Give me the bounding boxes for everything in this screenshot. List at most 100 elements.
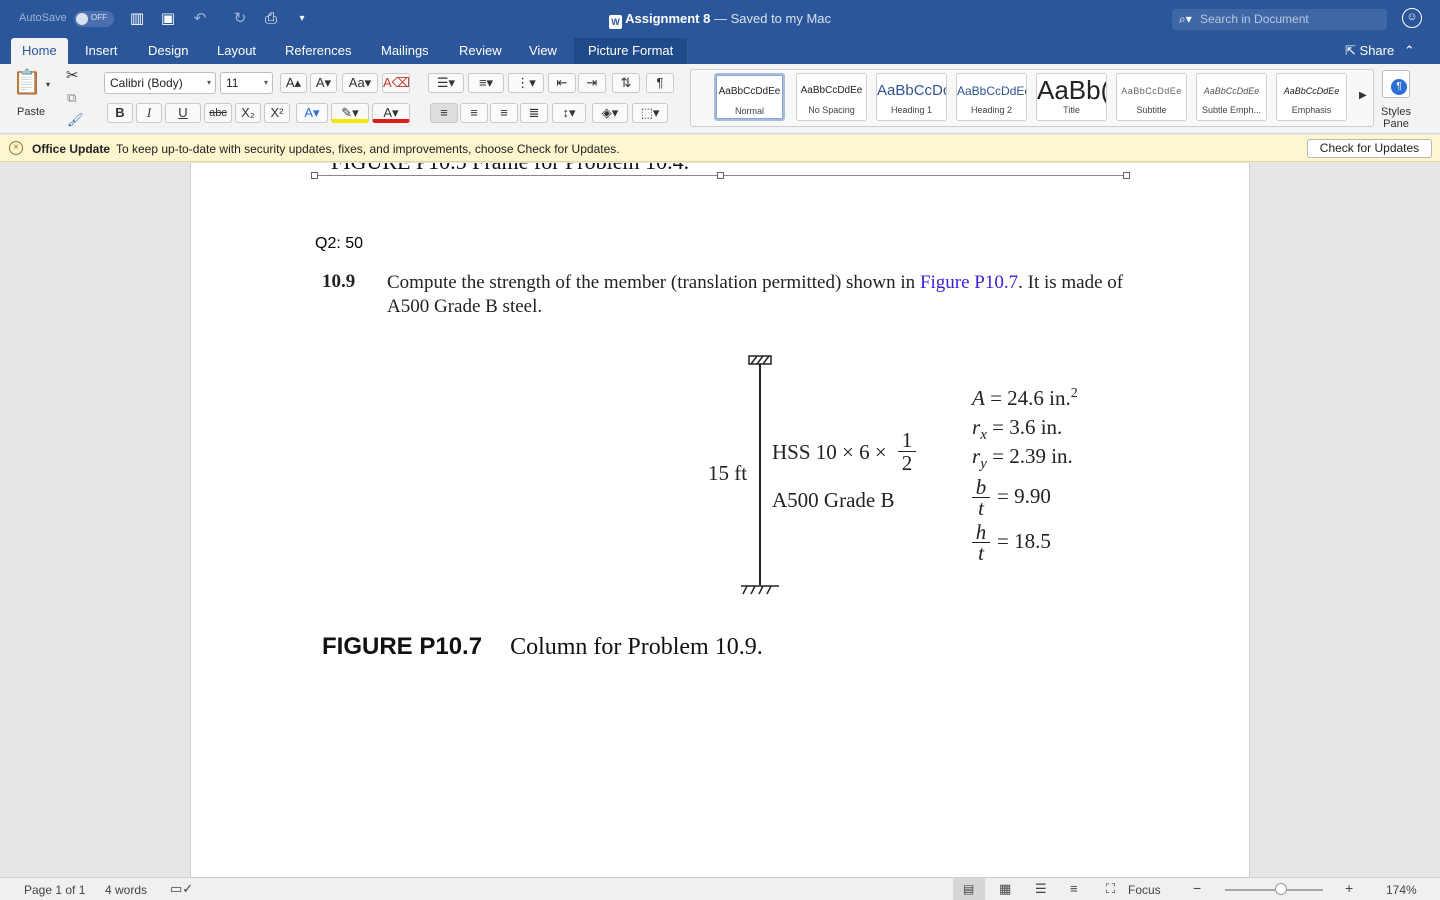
- focus-icon[interactable]: ⛶: [1106, 881, 1115, 897]
- tab-layout[interactable]: Layout: [206, 38, 267, 64]
- cut-icon[interactable]: ✂: [66, 66, 79, 84]
- show-formatting-icon[interactable]: ¶: [646, 73, 674, 93]
- document-canvas[interactable]: FIGURE P10.5 Frame for Problem 10.4. Q2:…: [0, 163, 1440, 877]
- bullets-icon[interactable]: ☰▾: [428, 73, 464, 93]
- tab-references[interactable]: References: [274, 38, 362, 64]
- paste-icon[interactable]: 📋: [12, 68, 42, 100]
- align-center-icon[interactable]: ≡: [460, 103, 488, 123]
- style-heading-2[interactable]: AaBbCcDdEe Heading 2: [956, 73, 1027, 121]
- styles-pane-icon[interactable]: ¶: [1382, 70, 1410, 98]
- check-for-updates-button[interactable]: Check for Updates: [1307, 139, 1432, 158]
- chevron-down-icon: ▾: [263, 78, 268, 87]
- shrink-font-icon[interactable]: A▾: [310, 73, 337, 93]
- font-name-select[interactable]: Calibri (Body) ▾: [104, 72, 216, 94]
- clear-formatting-icon[interactable]: A⌫: [382, 73, 410, 93]
- web-layout-view-icon[interactable]: ▦: [999, 881, 1011, 897]
- superscript-button[interactable]: X²: [264, 103, 290, 123]
- styles-pane-button[interactable]: Styles Pane: [1380, 106, 1412, 130]
- document-name: Assignment 8: [625, 11, 711, 26]
- tab-view[interactable]: View: [518, 38, 568, 64]
- word-count[interactable]: 4 words: [105, 883, 147, 897]
- column-figure: 15 ft HSS 10 × 6 × 1 2 A500 Grade B A = …: [191, 343, 1251, 603]
- figure-caption: FIGURE P10.7 Column for Problem 10.9.: [322, 633, 763, 661]
- line-spacing-icon[interactable]: ↕▾: [552, 103, 586, 123]
- feedback-smiley-icon[interactable]: ☺: [1402, 8, 1422, 28]
- text-effects-icon[interactable]: A▾: [296, 103, 328, 123]
- section-fraction: 1 2: [898, 429, 916, 474]
- style-name: Heading 1: [890, 105, 933, 115]
- h-over-t-fraction: h t: [972, 522, 990, 564]
- question-label: Q2: 50: [315, 235, 364, 252]
- collapse-ribbon-icon[interactable]: ⌃: [1404, 43, 1415, 58]
- draft-view-icon[interactable]: ≡: [1070, 881, 1078, 896]
- focus-button[interactable]: Focus: [1128, 883, 1161, 897]
- paste-label[interactable]: Paste: [17, 106, 45, 118]
- share-button[interactable]: ⇱ Share ⌃: [1345, 43, 1415, 59]
- bottom-fixed-support: [741, 585, 779, 595]
- area-property: A = 24.6 in.2: [972, 386, 1078, 411]
- increase-indent-icon[interactable]: ⇥: [578, 73, 606, 93]
- change-case-icon[interactable]: Aa▾: [342, 73, 378, 93]
- subscript-button[interactable]: X₂: [235, 103, 261, 123]
- sort-icon[interactable]: ⇅: [612, 73, 640, 93]
- zoom-in-button[interactable]: +: [1345, 880, 1353, 896]
- style-heading-1[interactable]: AaBbCcDc Heading 1: [876, 73, 947, 121]
- style-sample: AaBb(: [1037, 75, 1106, 104]
- shading-icon[interactable]: ◈▾: [592, 103, 628, 123]
- bold-button[interactable]: B: [107, 103, 133, 123]
- print-layout-view-icon[interactable]: ▤: [953, 878, 985, 900]
- problem-text: Compute the strength of the member (tran…: [387, 271, 1127, 319]
- tab-insert[interactable]: Insert: [74, 38, 129, 64]
- borders-icon[interactable]: ⬚▾: [632, 103, 668, 123]
- proofing-icon[interactable]: ▭✓: [170, 881, 193, 897]
- resize-handle[interactable]: [717, 172, 724, 179]
- word-doc-icon: W: [608, 15, 622, 29]
- highlight-icon[interactable]: ✎▾: [331, 103, 369, 123]
- resize-handle[interactable]: [311, 172, 318, 179]
- strikethrough-button[interactable]: abc: [204, 103, 232, 123]
- numbering-icon[interactable]: ≡▾: [468, 73, 504, 93]
- style-subtle-emphasis[interactable]: AaBbCcDdEe Subtle Emph...: [1196, 73, 1267, 121]
- outline-view-icon[interactable]: ☰: [1035, 881, 1047, 897]
- office-update-bar: × Office Update To keep up-to-date with …: [0, 135, 1440, 162]
- title-bar: AutoSave OFF ▥ ▣ ↶ ↻ ⎙ ▾ W Assignment 8 …: [0, 0, 1440, 38]
- paste-dropdown-icon[interactable]: ▾: [46, 80, 50, 89]
- dismiss-update-icon[interactable]: ×: [9, 141, 23, 155]
- align-right-icon[interactable]: ≡: [490, 103, 518, 123]
- italic-button[interactable]: I: [136, 103, 162, 123]
- rx-property: rx = 3.6 in.: [972, 415, 1062, 444]
- justify-icon[interactable]: ≣: [520, 103, 548, 123]
- document-page[interactable]: FIGURE P10.5 Frame for Problem 10.4. Q2:…: [190, 163, 1250, 877]
- tab-design[interactable]: Design: [137, 38, 199, 64]
- zoom-slider[interactable]: [1225, 889, 1323, 891]
- zoom-out-button[interactable]: −: [1193, 880, 1201, 896]
- grow-font-icon[interactable]: A▴: [280, 73, 307, 93]
- resize-handle[interactable]: [1123, 172, 1130, 179]
- zoom-slider-handle[interactable]: [1275, 883, 1287, 895]
- style-no-spacing[interactable]: AaBbCcDdEe No Spacing: [796, 73, 867, 121]
- zoom-level[interactable]: 174%: [1386, 883, 1417, 897]
- underline-button[interactable]: U: [165, 103, 201, 123]
- style-emphasis[interactable]: AaBbCcDdEe Emphasis: [1276, 73, 1347, 121]
- style-title[interactable]: AaBb( Title: [1036, 73, 1107, 121]
- styles-more-arrow-icon[interactable]: ▶: [1359, 90, 1367, 101]
- tab-picture-format[interactable]: Picture Format: [574, 38, 688, 64]
- copy-icon[interactable]: ⧉: [67, 90, 76, 106]
- style-name: Normal: [734, 106, 764, 116]
- multilevel-list-icon[interactable]: ⋮▾: [508, 73, 544, 93]
- tab-mailings[interactable]: Mailings: [370, 38, 440, 64]
- search-input[interactable]: ⌕▾ Search in Document: [1172, 9, 1387, 30]
- page-count[interactable]: Page 1 of 1: [24, 883, 85, 897]
- figure-link[interactable]: Figure P10.7: [920, 272, 1018, 293]
- align-left-icon[interactable]: ≡: [430, 103, 458, 123]
- format-painter-icon[interactable]: 🖌: [67, 112, 84, 128]
- font-color-icon[interactable]: A▾: [372, 103, 410, 123]
- tab-home[interactable]: Home: [11, 38, 68, 64]
- decrease-indent-icon[interactable]: ⇤: [548, 73, 576, 93]
- style-subtitle[interactable]: AaBbCcDdEe Subtitle: [1116, 73, 1187, 121]
- tab-review[interactable]: Review: [448, 38, 513, 64]
- rx-subscript: x: [980, 427, 987, 444]
- font-size-select[interactable]: 11 ▾: [220, 72, 273, 94]
- search-placeholder: Search in Document: [1200, 12, 1309, 26]
- style-normal[interactable]: AaBbCcDdEe Normal: [714, 73, 785, 121]
